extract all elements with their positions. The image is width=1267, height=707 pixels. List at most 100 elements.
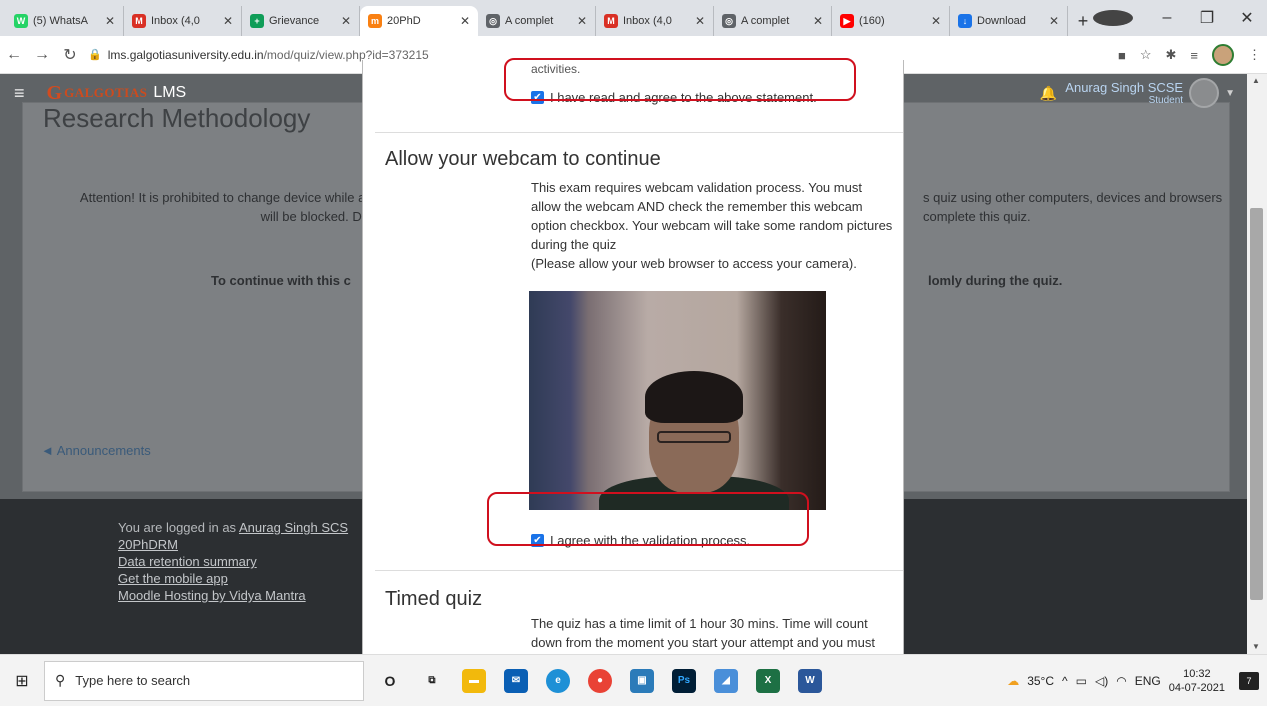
scroll-down-icon[interactable]: ▼ <box>1252 642 1260 651</box>
reading-list-icon[interactable]: ≡ <box>1190 48 1198 63</box>
webcam-note: (Please allow your web browser to access… <box>531 256 857 271</box>
camera-indicator-icon[interactable]: ■ <box>1118 48 1126 63</box>
close-window-button[interactable]: ✕ <box>1227 8 1267 28</box>
youtube-icon: ▶ <box>840 14 854 28</box>
profile-avatar[interactable] <box>1212 44 1234 66</box>
temperature[interactable]: 35°C <box>1027 674 1054 688</box>
forward-icon[interactable]: → <box>28 46 56 64</box>
page-scrollbar[interactable]: ▲ ▼ <box>1247 74 1267 654</box>
maximize-button[interactable]: ❐ <box>1187 8 1227 28</box>
annotation-highlight-box <box>504 58 856 101</box>
tab-title: Inbox (4,0 <box>623 15 672 27</box>
close-tab-icon[interactable]: ✕ <box>341 14 351 28</box>
tab-title: 20PhD <box>387 15 421 27</box>
lms-label: LMS <box>153 84 187 101</box>
system-tray: ☁ 35°C ^ ▭ ◁) ◠ ENG 10:32 04-07-2021 7 <box>1007 655 1259 707</box>
window-controls: – ❐ ✕ <box>1093 0 1267 36</box>
battery-icon[interactable]: ▭ <box>1076 674 1087 688</box>
whatsapp-icon: W <box>14 14 28 28</box>
extensions-icon[interactable]: ✱ <box>1166 47 1177 63</box>
notification-center-icon[interactable]: 7 <box>1239 672 1259 690</box>
cortana-icon[interactable]: O <box>378 669 402 693</box>
browser-tab[interactable]: M Inbox (4,0 ✕ <box>596 6 714 36</box>
announcements-link[interactable]: ◄ Announcements <box>41 443 151 458</box>
reload-icon[interactable]: ↻ <box>56 45 84 65</box>
scrollbar-thumb[interactable] <box>1250 208 1263 600</box>
chevron-up-icon[interactable]: ^ <box>1062 674 1068 688</box>
moodle-icon: m <box>368 14 382 28</box>
bookmark-star-icon[interactable]: ☆ <box>1140 47 1152 63</box>
clock[interactable]: 10:32 04-07-2021 <box>1169 667 1225 695</box>
user-avatar[interactable] <box>1189 78 1220 108</box>
browser-tab[interactable]: ◎ A complet ✕ <box>714 6 832 36</box>
language[interactable]: ENG <box>1135 674 1161 688</box>
taskbar-search[interactable]: ⚲ Type here to search <box>44 660 364 701</box>
time: 10:32 <box>1183 668 1211 680</box>
browser-tab[interactable]: M Inbox (4,0 ✕ <box>124 6 242 36</box>
course-short-link[interactable]: 20PhDRM <box>118 536 348 553</box>
logged-in-user-link[interactable]: Anurag Singh SCS <box>239 520 348 535</box>
windows-start-icon[interactable]: ⊞ <box>0 671 44 691</box>
data-retention-link[interactable]: Data retention summary <box>118 553 348 570</box>
profile-icon[interactable] <box>1093 10 1133 26</box>
hosting-link[interactable]: Moodle Hosting by Vidya Mantra <box>118 587 348 604</box>
divider <box>375 570 903 571</box>
search-icon: ⚲ <box>55 672 66 688</box>
close-tab-icon[interactable]: ✕ <box>813 14 823 28</box>
menu-kebab-icon[interactable]: ⋮ <box>1248 47 1261 63</box>
excel-icon[interactable]: X <box>756 668 780 693</box>
close-tab-icon[interactable]: ✕ <box>931 14 941 28</box>
whiteboard-icon[interactable]: ◢ <box>714 668 738 693</box>
photoshop-icon[interactable]: Ps <box>672 668 696 693</box>
task-view-icon[interactable]: ⧉ <box>420 669 444 693</box>
tab-title: (5) WhatsA <box>33 15 89 27</box>
browser-tab-strip: W (5) WhatsA ✕ M Inbox (4,0 ✕ + Grievance ✕ m 20Ph… <box>0 0 1267 36</box>
browser-tab[interactable]: ↓ Download ✕ <box>950 6 1068 36</box>
edge-icon[interactable]: e <box>546 668 570 693</box>
globe-icon: ◎ <box>722 14 736 28</box>
tab-title: Grievance <box>269 15 320 27</box>
browser-tab[interactable]: ◎ A complet ✕ <box>478 6 596 36</box>
webcam-section-body: This exam requires webcam validation pro… <box>531 178 893 273</box>
close-tab-icon[interactable]: ✕ <box>460 14 470 28</box>
close-tab-icon[interactable]: ✕ <box>105 14 115 28</box>
tab-title: A complet <box>741 15 790 27</box>
sheets-icon: + <box>250 14 264 28</box>
download-icon: ↓ <box>958 14 972 28</box>
lock-icon: 🔒 <box>88 49 102 61</box>
user-name: Anurag Singh SCSE <box>1065 80 1184 95</box>
weather-icon[interactable]: ☁ <box>1007 674 1019 688</box>
notification-bell-icon[interactable]: 🔔 <box>1040 85 1057 102</box>
volume-icon[interactable]: ◁) <box>1095 674 1108 688</box>
browser-tab[interactable]: m 20PhD ✕ <box>360 6 478 36</box>
mail-icon[interactable]: ✉ <box>504 668 528 693</box>
scroll-up-icon[interactable]: ▲ <box>1252 76 1260 85</box>
word-icon[interactable]: W <box>798 668 822 693</box>
webcam-preview <box>529 291 826 510</box>
chrome-icon[interactable]: ● <box>588 668 612 693</box>
file-explorer-icon[interactable]: ▬ <box>462 668 486 693</box>
taskbar-search-placeholder: Type here to search <box>75 673 191 688</box>
minimize-button[interactable]: – <box>1147 9 1187 27</box>
user-menu[interactable]: 🔔 Anurag Singh SCSE Student ▼ <box>1040 78 1235 108</box>
logo-main: GALGOTIAS <box>64 85 148 100</box>
back-icon[interactable]: ← <box>0 46 28 64</box>
browser-tab[interactable]: W (5) WhatsA ✕ <box>6 6 124 36</box>
dell-icon[interactable]: ▣ <box>630 668 654 693</box>
close-tab-icon[interactable]: ✕ <box>223 14 233 28</box>
mobile-app-link[interactable]: Get the mobile app <box>118 570 348 587</box>
close-tab-icon[interactable]: ✕ <box>695 14 705 28</box>
browser-tab[interactable]: + Grievance ✕ <box>242 6 360 36</box>
webcam-instructions: This exam requires webcam validation pro… <box>531 180 893 252</box>
galgotias-logo-icon[interactable]: G <box>47 82 63 105</box>
wifi-icon[interactable]: ◠ <box>1116 674 1126 688</box>
notification-count: 7 <box>1246 676 1252 686</box>
close-tab-icon[interactable]: ✕ <box>1049 14 1059 28</box>
attention-left-line1: Attention! It is prohibited to change de… <box>79 190 369 205</box>
tab-title: Download <box>977 15 1026 27</box>
timed-quiz-body: The quiz has a time limit of 1 hour 30 m… <box>531 616 875 650</box>
chevron-down-icon[interactable]: ▼ <box>1225 88 1235 99</box>
close-tab-icon[interactable]: ✕ <box>577 14 587 28</box>
browser-tab[interactable]: ▶ (160) ✕ <box>832 6 950 36</box>
hamburger-menu-icon[interactable]: ≡ <box>14 83 25 104</box>
